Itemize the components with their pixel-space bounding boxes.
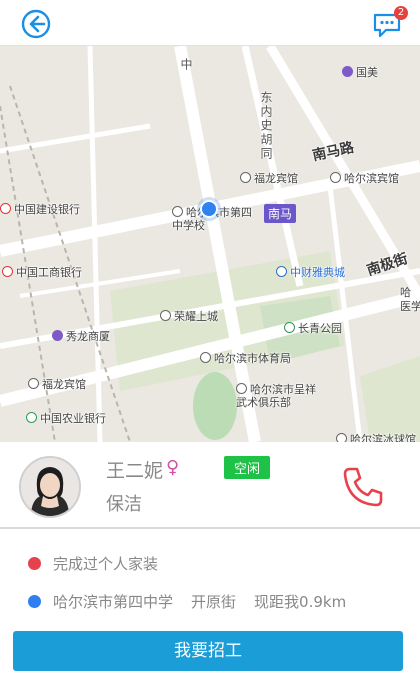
map-poi-wushu: 哈尔滨市呈祥武术俱乐部 bbox=[236, 383, 316, 409]
bank-icon bbox=[0, 203, 11, 214]
avatar bbox=[19, 456, 81, 518]
building-icon bbox=[276, 266, 287, 277]
map-poi-guomei: 国美 bbox=[342, 64, 378, 80]
map-poi-stadium: 哈尔滨市体育局 bbox=[200, 350, 291, 366]
worker-job: 保洁 bbox=[106, 494, 142, 515]
map-poi-ccb: 中国建设银行 bbox=[0, 201, 80, 217]
top-bar: 2 bbox=[0, 0, 420, 46]
map-poi-ice-skating: 哈尔滨冰球馆 bbox=[336, 431, 416, 442]
map-road-zhong: 中 bbox=[179, 58, 193, 72]
location-name: 哈尔滨市第四中学 bbox=[53, 593, 174, 611]
bank-icon bbox=[2, 266, 13, 277]
map-poi-abc: 中国农业银行 bbox=[26, 410, 106, 426]
person-icon bbox=[21, 458, 79, 516]
map-nanma-station: 南马 bbox=[264, 204, 297, 223]
map-poi-changqing: 长青公园 bbox=[284, 320, 342, 336]
school-icon bbox=[172, 206, 183, 217]
female-icon: ♀ bbox=[166, 457, 180, 478]
worker-profile: 王二妮 ♀ 空闲 保洁 bbox=[0, 442, 420, 528]
map-poi-harbin-hotel: 哈尔滨宾馆 bbox=[330, 170, 399, 186]
map-poi-medical: 医学 bbox=[400, 300, 420, 313]
map-poi-ha: 哈 bbox=[400, 286, 411, 299]
messages-button[interactable]: 2 bbox=[372, 6, 408, 42]
map-poi-zhongcai: 中财雅典城 bbox=[276, 264, 345, 280]
map-poi-fulong-2: 福龙宾馆 bbox=[28, 376, 86, 392]
park-icon bbox=[284, 322, 295, 333]
recruit-button[interactable]: 我要招工 bbox=[13, 631, 403, 671]
blue-dot-icon bbox=[28, 595, 41, 608]
message-count-badge: 2 bbox=[394, 6, 408, 20]
worker-info-panel: 完成过个人家装 哈尔滨市第四中学 开原街 现距我0.9km 我要招工 bbox=[0, 528, 420, 700]
back-button[interactable] bbox=[20, 8, 52, 40]
hotel-icon bbox=[28, 378, 39, 389]
map-poi-fulong-1: 福龙宾馆 bbox=[240, 170, 298, 186]
map-view[interactable]: 南马路 东内史胡同 南极街 中 国美 福龙宾馆 哈尔滨宾馆 中国建设银行 哈尔滨… bbox=[0, 46, 420, 442]
phone-icon bbox=[343, 467, 383, 507]
hotel-icon bbox=[240, 172, 251, 183]
status-badge: 空闲 bbox=[224, 456, 271, 479]
map-poi-rongyao: 荣耀上城 bbox=[160, 308, 218, 324]
experience-label: 完成过个人家装 bbox=[53, 555, 159, 573]
street-name: 开原街 bbox=[191, 593, 237, 611]
red-dot-icon bbox=[28, 557, 41, 570]
map-poi-icbc: 中国工商银行 bbox=[2, 264, 82, 280]
location-row: 哈尔滨市第四中学 开原街 现距我0.9km bbox=[28, 591, 346, 612]
venue-icon bbox=[236, 383, 247, 394]
bank-icon bbox=[26, 412, 37, 423]
map-road-dongneishi: 东内史胡同 bbox=[259, 91, 273, 161]
venue-icon bbox=[336, 433, 347, 442]
store-icon bbox=[342, 66, 353, 77]
building-icon bbox=[160, 310, 171, 321]
venue-icon bbox=[200, 352, 211, 363]
distance-text: 现距我0.9km bbox=[254, 593, 347, 611]
map-poi-xiulong: 秀龙商厦 bbox=[52, 328, 110, 344]
worker-name: 王二妮 bbox=[106, 460, 164, 482]
experience-row: 完成过个人家装 bbox=[28, 553, 158, 574]
current-location-marker bbox=[200, 200, 218, 218]
call-button[interactable] bbox=[340, 464, 386, 510]
back-arrow-circle-icon bbox=[21, 9, 51, 39]
hotel-icon bbox=[330, 172, 341, 183]
store-icon bbox=[52, 330, 63, 341]
